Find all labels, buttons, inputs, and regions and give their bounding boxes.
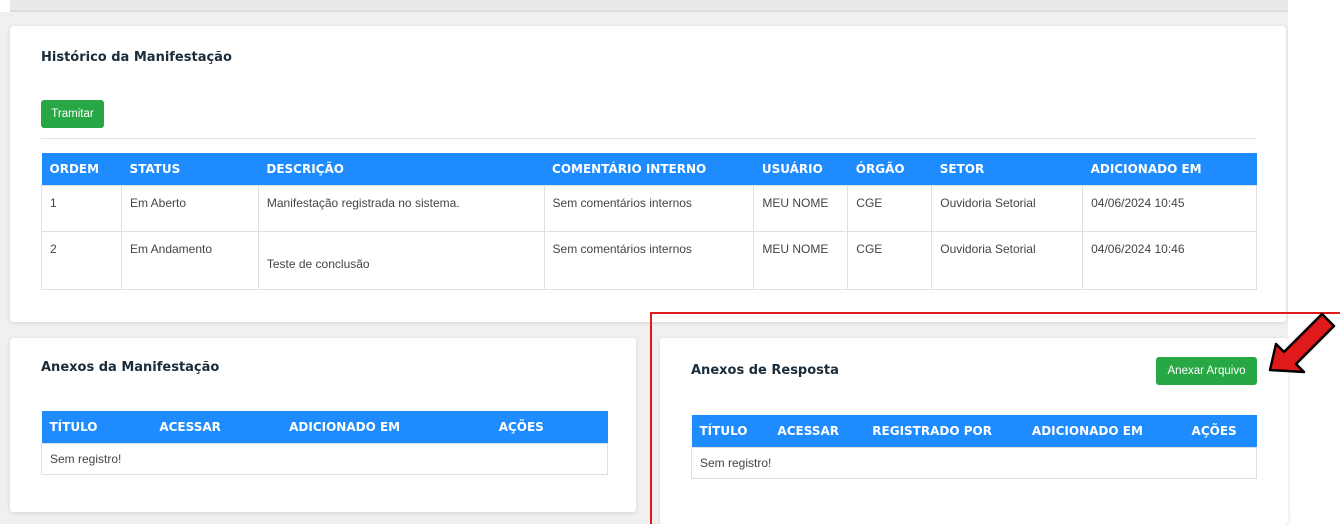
col-orgao: ÓRGÃO (847, 153, 932, 185)
col-acoes: AÇÕES (490, 411, 608, 443)
cell-comentario: Sem comentários internos (543, 184, 755, 232)
empty-message: Sem registro! (691, 446, 1257, 479)
tramitar-button[interactable]: Tramitar (41, 100, 104, 128)
empty-message: Sem registro! (41, 442, 608, 475)
resposta-header-row: TÍTULO ACESSAR REGISTRADO POR ADICIONADO… (691, 415, 1257, 447)
anexos-resposta-card: Anexos de Resposta Anexar Arquivo TÍTULO… (660, 338, 1288, 524)
annotation-line-top (650, 312, 1340, 314)
historico-card: Histórico da Manifestação Tramitar ORDEM… (10, 26, 1286, 322)
table-row: 2 Em Andamento Teste de conclusão Sem co… (41, 230, 1257, 290)
anexos-resposta-title: Anexos de Resposta (691, 363, 839, 378)
top-strip (10, 0, 1288, 12)
anexos-manifestacao-table: TÍTULO ACESSAR ADICIONADO EM AÇÕES Sem r… (41, 411, 608, 475)
cell-usuario: MEU NOME (753, 184, 849, 232)
col-ordem: ORDEM (41, 153, 122, 185)
cell-setor: Ouvidoria Setorial (931, 184, 1084, 232)
col-titulo: TÍTULO (691, 415, 770, 447)
col-comentario: COMENTÁRIO INTERNO (544, 153, 754, 185)
cell-setor: Ouvidoria Setorial (931, 230, 1084, 290)
cell-comentario: Sem comentários internos (543, 230, 755, 290)
anexos-header-row: TÍTULO ACESSAR ADICIONADO EM AÇÕES (41, 411, 608, 443)
col-adicionado: ADICIONADO EM (1082, 153, 1257, 185)
cell-adicionado: 04/06/2024 10:45 (1082, 184, 1257, 232)
col-acessar: ACESSAR (151, 411, 282, 443)
cell-orgao: CGE (847, 184, 933, 232)
cell-descricao: Teste de conclusão (257, 230, 545, 290)
col-setor: SETOR (931, 153, 1083, 185)
red-arrow-icon (1268, 312, 1336, 374)
cell-adicionado: 04/06/2024 10:46 (1082, 230, 1257, 290)
col-adicionado: ADICIONADO EM (281, 411, 491, 443)
col-acessar: ACESSAR (769, 415, 865, 447)
col-acoes: AÇÕES (1183, 415, 1257, 447)
cell-usuario: MEU NOME (753, 230, 849, 290)
col-adicionado: ADICIONADO EM (1023, 415, 1184, 447)
anexos-manifestacao-card: Anexos da Manifestação TÍTULO ACESSAR AD… (10, 338, 636, 512)
cell-descricao: Manifestação registrada no sistema. (257, 184, 545, 232)
cell-ordem: 2 (41, 230, 122, 290)
anexos-resposta-table: TÍTULO ACESSAR REGISTRADO POR ADICIONADO… (691, 415, 1257, 479)
historico-table: ORDEM STATUS DESCRIÇÃO COMENTÁRIO INTERN… (41, 153, 1257, 290)
table-row: Sem registro! (691, 446, 1257, 479)
cell-ordem: 1 (41, 184, 122, 232)
right-margin (1288, 0, 1340, 524)
cell-orgao: CGE (847, 230, 933, 290)
col-registrado-por: REGISTRADO POR (864, 415, 1024, 447)
anexos-manifestacao-title: Anexos da Manifestação (41, 360, 220, 375)
historico-title: Histórico da Manifestação (41, 50, 232, 65)
col-status: STATUS (121, 153, 259, 185)
table-row: 1 Em Aberto Manifestação registrada no s… (41, 184, 1257, 232)
annotation-line-left (650, 314, 652, 524)
col-descricao: DESCRIÇÃO (258, 153, 545, 185)
cell-status: Em Andamento (120, 230, 259, 290)
col-titulo: TÍTULO (41, 411, 152, 443)
cell-status: Em Aberto (120, 184, 259, 232)
table-row: Sem registro! (41, 442, 608, 475)
anexar-arquivo-button[interactable]: Anexar Arquivo (1156, 357, 1257, 385)
col-usuario: USUÁRIO (753, 153, 848, 185)
historico-header-row: ORDEM STATUS DESCRIÇÃO COMENTÁRIO INTERN… (41, 153, 1257, 185)
divider (41, 138, 1257, 139)
